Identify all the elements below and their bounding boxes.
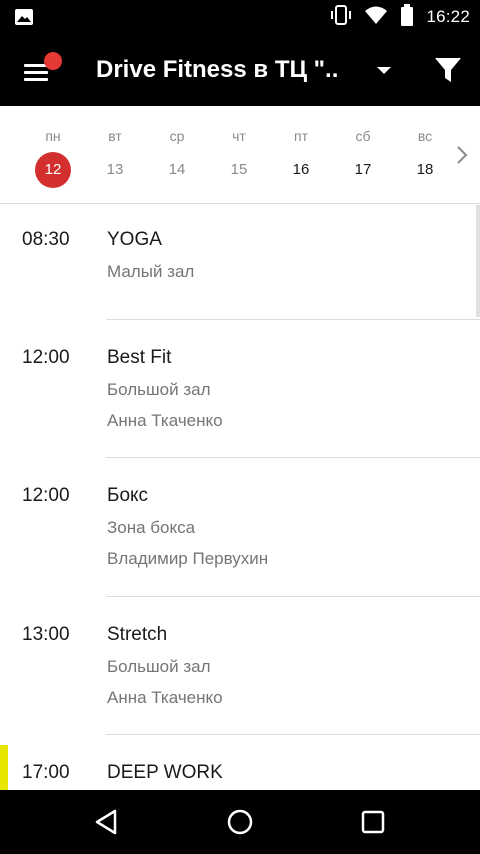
battery-icon <box>400 3 414 31</box>
day-tue[interactable]: вт 13 <box>90 106 140 204</box>
event-room: Малый зал <box>107 262 195 281</box>
event-trainer: Анна Ткаченко <box>107 411 223 430</box>
day-fri[interactable]: пт 16 <box>276 106 326 204</box>
schedule-item[interactable]: 12:00 Best Fit Большой зал Анна Ткаченко <box>0 320 480 458</box>
notification-dot <box>44 52 62 70</box>
day-name: пт <box>294 128 308 144</box>
event-time: 12:00 <box>22 347 70 368</box>
event-title: Best Fit <box>107 347 172 368</box>
day-number: 15 <box>230 161 248 178</box>
vibrate-icon <box>330 4 352 30</box>
caret-down-icon[interactable] <box>372 58 396 82</box>
day-number: 17 <box>354 161 372 178</box>
event-title: DEEP WORK <box>107 762 223 783</box>
event-marker <box>0 745 8 790</box>
status-clock: 16:22 <box>426 7 470 26</box>
day-name: чт <box>232 128 246 144</box>
day-name: вс <box>417 128 433 144</box>
day-name: вт <box>108 128 122 144</box>
system-nav-bar <box>0 790 480 854</box>
day-number-selected: 12 <box>35 152 71 188</box>
day-number: 14 <box>168 161 186 178</box>
event-time: 13:00 <box>22 624 70 645</box>
club-title[interactable]: Drive Fitness в ТЦ ".. <box>96 56 338 84</box>
day-number: 18 <box>416 161 434 178</box>
day-sun[interactable]: вс 18 <box>400 106 450 204</box>
day-mon[interactable]: пн 12 <box>28 106 78 204</box>
event-title: Stretch <box>107 624 168 645</box>
event-room: Большой зал <box>107 657 211 676</box>
event-room: Зона бокса <box>107 518 196 537</box>
day-name: ср <box>169 128 185 144</box>
day-number: 13 <box>106 161 124 178</box>
day-number: 16 <box>292 161 310 178</box>
event-trainer: Анна Ткаченко <box>107 688 223 707</box>
recents-icon[interactable] <box>357 806 389 838</box>
day-thu[interactable]: чт 15 <box>214 106 264 204</box>
status-bar: 16:22 <box>0 0 480 34</box>
schedule-item[interactable]: 08:30 YOGA Малый зал <box>0 205 480 320</box>
image-icon <box>14 8 34 31</box>
schedule-item[interactable]: 17:00 DEEP WORK <box>0 735 480 790</box>
chevron-right-icon[interactable] <box>452 144 472 166</box>
filter-icon[interactable] <box>432 54 464 86</box>
event-title: Бокс <box>107 485 149 506</box>
event-time: 12:00 <box>22 485 70 506</box>
day-sat[interactable]: сб 17 <box>338 106 388 204</box>
event-trainer: Владимир Первухин <box>107 549 269 568</box>
event-time: 17:00 <box>22 762 70 783</box>
event-title: YOGA <box>107 229 162 250</box>
day-wed[interactable]: ср 14 <box>152 106 202 204</box>
menu-button[interactable] <box>18 50 66 90</box>
schedule-list[interactable]: 08:30 YOGA Малый зал 12:00 Best Fit Боль… <box>0 205 480 790</box>
wifi-icon <box>364 5 388 30</box>
app-bar: Drive Fitness в ТЦ ".. <box>0 34 480 106</box>
day-name: сб <box>355 128 371 144</box>
schedule-item[interactable]: 13:00 Stretch Большой зал Анна Ткаченко <box>0 597 480 735</box>
day-name: пн <box>45 128 61 144</box>
event-room: Большой зал <box>107 380 211 399</box>
week-strip: пн 12 вт 13 ср 14 чт 15 пт 16 сб 17 вс 1… <box>0 106 480 204</box>
schedule-item[interactable]: 12:00 Бокс Зона бокса Владимир Первухин <box>0 458 480 597</box>
back-icon[interactable] <box>91 806 123 838</box>
home-icon[interactable] <box>224 806 256 838</box>
event-time: 08:30 <box>22 229 70 250</box>
